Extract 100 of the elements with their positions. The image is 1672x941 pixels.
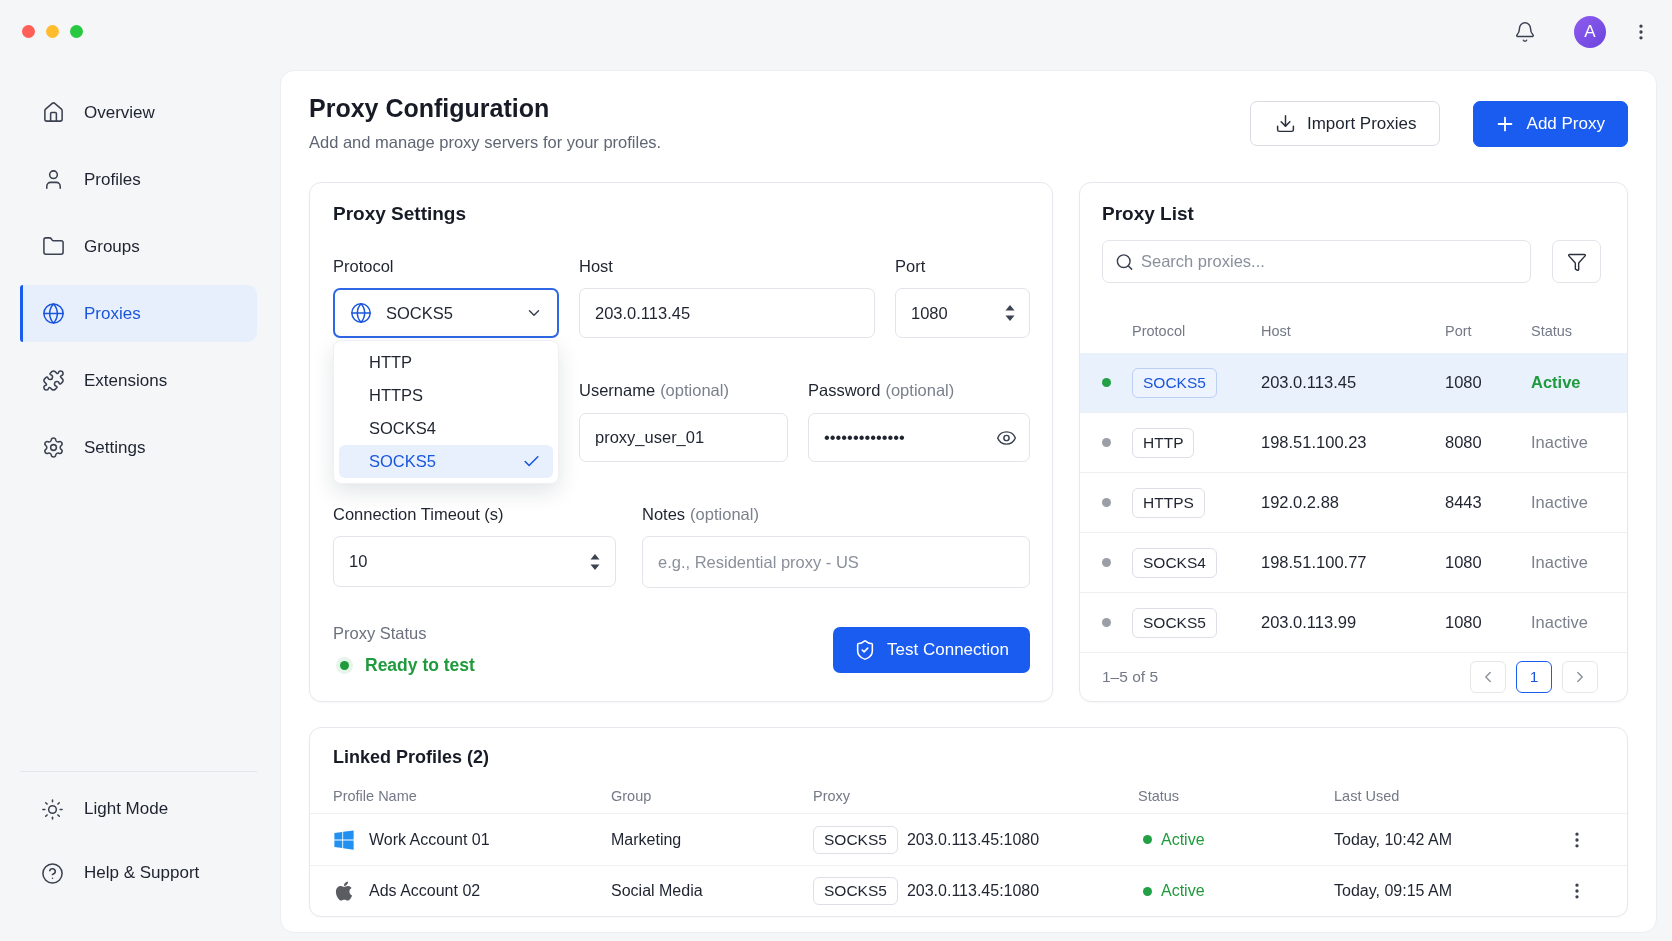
proxy-row[interactable]: SOCKS5 203.0.113.45 1080 Active	[1080, 353, 1627, 413]
filter-button[interactable]	[1552, 240, 1601, 283]
sidebar-item[interactable]: Profiles	[20, 151, 257, 208]
filter-icon	[1566, 251, 1587, 272]
search-icon	[1115, 252, 1134, 271]
field-label: Protocol	[333, 256, 394, 276]
pagination-range: 1–5 of 5	[1102, 668, 1159, 686]
port-number: 1080	[1445, 613, 1483, 632]
last-used-time: Today, 10:42 AM	[1334, 830, 1453, 849]
port-number: 1080	[1445, 373, 1483, 392]
notifications-bell-icon[interactable]	[1514, 21, 1536, 43]
proxy-row[interactable]: HTTPS 192.0.2.88 8443 Inactive	[1080, 473, 1627, 533]
sidebar-footer-item[interactable]: Help & Support	[20, 848, 257, 898]
status-text: Active	[1161, 882, 1205, 900]
optional-hint: (optional)	[885, 380, 955, 400]
field-label: Connection Timeout (s)	[333, 504, 504, 524]
sidebar-footer-item[interactable]: Light Mode	[20, 784, 257, 834]
protocol-select[interactable]: SOCKS5	[333, 288, 559, 338]
host-address: 203.0.113.99	[1261, 613, 1358, 632]
status-text: Active	[1531, 373, 1582, 392]
status-text: Ready to test	[365, 654, 475, 677]
port-input[interactable]: 1080	[895, 288, 1030, 338]
host-address: 203.0.113.45	[1261, 373, 1358, 392]
import-proxies-button[interactable]: Import Proxies	[1249, 101, 1440, 146]
column-header: Group	[611, 787, 653, 804]
page-title: Proxy Configuration	[309, 93, 551, 124]
sidebar-item[interactable]: Groups	[20, 218, 257, 275]
status-text: Inactive	[1531, 613, 1589, 632]
protocol-tag: SOCKS5	[813, 877, 898, 905]
panel-title: Proxy List	[1101, 202, 1195, 226]
optional-hint: (optional)	[690, 504, 759, 524]
host-input[interactable]: 203.0.113.45	[579, 288, 875, 338]
folder-icon	[42, 235, 65, 258]
puzzle-icon	[42, 369, 65, 392]
proxy-row[interactable]: SOCKS5 203.0.113.99 1080 Inactive	[1080, 593, 1627, 653]
profile-name: Work Account 01	[369, 830, 490, 849]
proxy-row[interactable]: HTTP 198.51.100.23 8080 Inactive	[1080, 413, 1627, 473]
protocol-tag: HTTPS	[1132, 487, 1205, 518]
status-text: Inactive	[1531, 433, 1589, 452]
protocol-tag: SOCKS5	[813, 825, 898, 854]
notes-input[interactable]: e.g., Residential proxy - US	[642, 536, 1030, 588]
group-name: Social Media	[611, 882, 704, 900]
add-proxy-button[interactable]: Add Proxy	[1472, 101, 1628, 147]
stepper-arrows-icon[interactable]	[590, 552, 600, 571]
optional-hint: (optional)	[660, 380, 729, 400]
protocol-tag: SOCKS5	[1132, 367, 1217, 398]
search-field[interactable]: Search proxies...	[1102, 240, 1531, 283]
field-label: Password	[808, 380, 881, 400]
column-header: Protocol	[1132, 323, 1187, 339]
host-address: 192.0.2.88	[1261, 493, 1340, 512]
profile-name: Ads Account 02	[369, 882, 481, 900]
group-name: Marketing	[611, 830, 683, 849]
proxy-address: 203.0.113.45:1080	[906, 830, 1040, 849]
column-header: Port	[1445, 323, 1473, 339]
panel-title: Linked Profiles (2)	[332, 746, 491, 769]
globe-icon	[350, 302, 372, 324]
host-address: 198.51.100.23	[1261, 433, 1368, 452]
field-label: Username	[579, 380, 656, 400]
field-label: Notes	[642, 504, 686, 524]
column-header: Proxy	[813, 787, 852, 804]
timeout-input[interactable]: 10	[333, 536, 616, 587]
field-label: Port	[895, 256, 926, 276]
protocol-tag: SOCKS4	[1132, 547, 1217, 578]
globe-icon	[42, 302, 65, 325]
sidebar-item[interactable]: Overview	[20, 84, 257, 141]
sidebar-item[interactable]: Settings	[20, 419, 257, 476]
password-input[interactable]: ••••••••••••••	[808, 413, 1030, 462]
protocol-option[interactable]: HTTPS	[339, 379, 553, 412]
port-number: 8080	[1445, 433, 1483, 452]
window-close-icon[interactable]	[22, 25, 35, 38]
apple-logo-icon	[333, 880, 355, 902]
download-icon	[1274, 113, 1296, 134]
proxy-row[interactable]: SOCKS4 198.51.100.77 1080 Inactive	[1080, 533, 1627, 593]
sidebar-item[interactable]: Extensions	[20, 352, 257, 409]
column-header: Host	[1261, 323, 1292, 339]
help-icon	[41, 861, 64, 885]
status-dot-icon	[340, 660, 349, 670]
settings-icon	[42, 436, 65, 459]
field-label: Host	[579, 256, 613, 276]
protocol-option[interactable]: HTTP	[339, 346, 553, 379]
username-input[interactable]: proxy_user_01	[579, 413, 788, 462]
test-connection-button[interactable]: Test Connection	[833, 627, 1030, 673]
column-header: Profile Name	[333, 787, 418, 804]
column-header: Status	[1531, 323, 1574, 339]
home-icon	[42, 101, 65, 124]
windows-logo-icon	[333, 828, 355, 851]
status-text: Inactive	[1531, 493, 1589, 512]
sidebar-item[interactable]: Proxies	[20, 285, 257, 342]
stepper-arrows-icon[interactable]	[1005, 304, 1015, 322]
column-header: Last Used	[1334, 787, 1401, 804]
port-number: 8443	[1445, 493, 1483, 512]
page-button[interactable]: 1	[1516, 661, 1552, 693]
status-text: Active	[1161, 830, 1205, 849]
protocol-option[interactable]: SOCKS4	[339, 412, 553, 445]
column-header: Status	[1138, 787, 1181, 804]
user-avatar[interactable]: A	[1574, 16, 1606, 48]
sun-icon	[41, 797, 64, 821]
protocol-option[interactable]: SOCKS5	[339, 445, 553, 478]
status-text: Inactive	[1531, 553, 1589, 572]
last-used-time: Today, 09:15 AM	[1334, 882, 1453, 900]
